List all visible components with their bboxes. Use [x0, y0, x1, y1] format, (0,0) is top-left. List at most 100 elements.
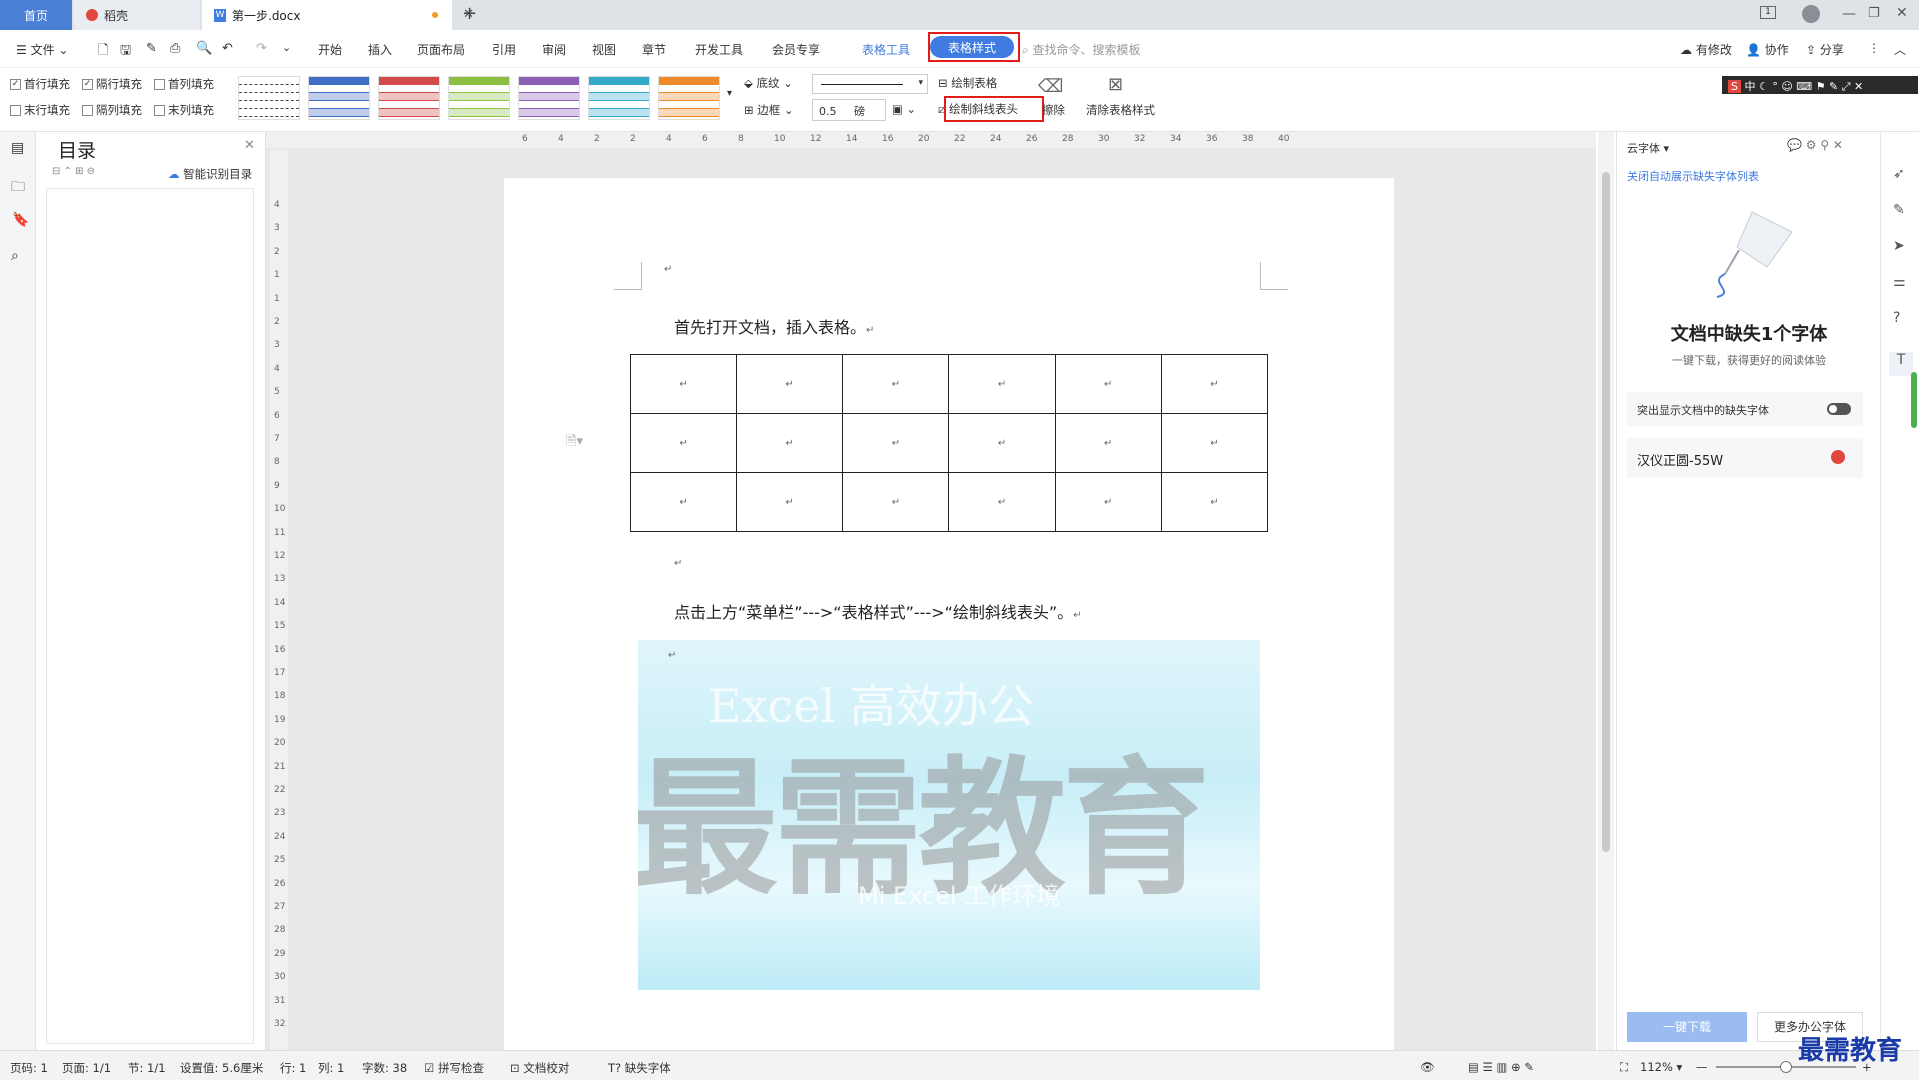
menu-chapter[interactable]: 章节 — [642, 41, 666, 58]
collapse-ribbon-icon[interactable]: ︿ — [1894, 41, 1906, 58]
font-row[interactable]: 汉仪正圆-55W — [1627, 438, 1863, 478]
vertical-ruler[interactable]: 4 3 2 1 1 2 3 4 5 6 7 8 9 10 11 12 13 14 15 16 17 18 19 20 21 22 2… — [270, 150, 288, 1050]
table-cell[interactable]: ↵ — [842, 413, 950, 473]
table-cell[interactable]: ↵ — [1160, 413, 1269, 473]
clear-style-icon[interactable]: ⊠ — [1108, 74, 1123, 95]
menu-member[interactable]: 会员专享 — [772, 41, 820, 58]
line-style-select[interactable]: ▾ — [812, 74, 928, 94]
new-doc-icon[interactable]: 🗋 — [98, 41, 108, 63]
style-gallery-more-icon[interactable]: ▾ — [727, 88, 732, 99]
sliders-icon[interactable]: ⚌ — [1893, 274, 1906, 290]
border-button[interactable]: ⊞ 边框 ⌄ — [744, 102, 794, 118]
collab-button[interactable]: 👤 协作 — [1746, 41, 1789, 58]
border-color-icon[interactable]: ▣ ⌄ — [892, 102, 916, 116]
download-all-button[interactable]: 一键下载 — [1627, 1012, 1747, 1042]
quick-access-chevron-icon[interactable]: ⌄ — [282, 41, 291, 54]
search-command[interactable]: ⌕ 查找命令、搜索模板 — [1022, 41, 1141, 58]
zoom-out-icon[interactable]: — — [1696, 1060, 1708, 1074]
table-style-thumb[interactable] — [308, 76, 370, 120]
rocket-icon[interactable]: ➶ — [1893, 166, 1905, 182]
table-cell[interactable]: ↵ — [736, 413, 844, 473]
table-cell[interactable]: ↵ — [948, 413, 1056, 473]
menu-page-layout[interactable]: 页面布局 — [417, 41, 465, 58]
table-style-thumb[interactable] — [658, 76, 720, 120]
erase-button[interactable]: 擦除 — [1042, 102, 1065, 118]
table-cell[interactable]: ↵ — [1054, 354, 1162, 414]
toc-panel-icon[interactable]: ▤ — [11, 140, 24, 156]
ime-toolbar[interactable]: S 中 ☾ ° ☺ ⌨ ⚑ ✎ ⤢ ✕ — [1722, 76, 1918, 94]
menu-insert[interactable]: 插入 — [368, 41, 392, 58]
restore-icon[interactable]: ❐ — [1868, 6, 1880, 21]
table-cell[interactable]: ↵ — [736, 472, 844, 532]
tab-docer[interactable]: 稻壳 — [74, 0, 200, 30]
print-icon[interactable]: ⎙ — [170, 41, 180, 56]
table-style-thumb[interactable] — [588, 76, 650, 120]
panel-icons[interactable]: 💬 ⚙ ⚲ ✕ — [1787, 138, 1843, 152]
table-cell[interactable]: ↵ — [1160, 354, 1269, 414]
check-banded-cols[interactable]: 隔列填充 — [82, 102, 142, 118]
minimize-icon[interactable]: — — [1842, 6, 1856, 22]
check-last-col[interactable]: 末列填充 — [154, 102, 214, 118]
window-count-icon[interactable]: 1 — [1760, 6, 1776, 19]
menu-view[interactable]: 视图 — [592, 41, 616, 58]
document-page[interactable]: ↵ 首先打开文档，插入表格。↵ ↵ 点击上方“菜单栏”--->“表格样式”---… — [504, 178, 1394, 1058]
check-banded-rows[interactable]: ✓ 隔行填充 — [82, 76, 142, 92]
table-style-thumb[interactable] — [518, 76, 580, 120]
view-mode-icons[interactable]: ▤ ☰ ▥ ⊕ ✎ — [1468, 1060, 1534, 1074]
eye-icon[interactable]: 👁 — [1420, 1060, 1435, 1074]
table-cell[interactable]: ↵ — [1054, 413, 1162, 473]
clear-table-style-button[interactable]: 清除表格样式 — [1086, 102, 1155, 118]
proofread-button[interactable]: ⊡ 文档校对 — [510, 1060, 569, 1076]
menu-start[interactable]: 开始 — [318, 41, 342, 58]
table-cell[interactable]: ↵ — [842, 354, 950, 414]
table-cell[interactable]: ↵ — [629, 354, 738, 414]
close-window-icon[interactable]: ✕ — [1896, 5, 1908, 21]
paragraph-handle-icon[interactable]: 🗎▾ — [566, 432, 583, 454]
download-font-icon[interactable] — [1831, 450, 1845, 464]
font-panel-icon[interactable]: T — [1889, 352, 1913, 376]
pointer-icon[interactable]: ➤ — [1893, 238, 1905, 254]
share-button[interactable]: ⇪ 分享 — [1806, 41, 1844, 58]
tab-document[interactable]: W 第一步.docx ✕ — [202, 0, 474, 30]
menu-developer[interactable]: 开发工具 — [695, 41, 743, 58]
smart-toc-button[interactable]: ☁ 智能识别目录 — [168, 166, 252, 182]
toc-list[interactable] — [46, 188, 254, 1044]
table-cell[interactable]: ↵ — [948, 354, 1056, 414]
draw-table-button[interactable]: ⊟ 绘制表格 — [938, 75, 997, 91]
document-table[interactable]: ↵ ↵ ↵ ↵ ↵ ↵ ↵ ↵ ↵ ↵ ↵ ↵ ↵ ↵ ↵ ↵ ↵ ↵ — [629, 354, 1269, 532]
format-painter-icon[interactable]: ✎ — [146, 41, 157, 56]
close-icon[interactable]: ✕ — [244, 138, 255, 153]
modified-button[interactable]: ☁ 有修改 — [1680, 41, 1732, 58]
line-width-select[interactable]: 0.5 磅 — [812, 99, 886, 121]
search-icon[interactable]: ⌕ — [11, 248, 19, 264]
table-cell[interactable]: ↵ — [629, 413, 738, 473]
menu-review[interactable]: 审阅 — [542, 41, 566, 58]
avatar[interactable] — [1802, 5, 1820, 23]
table-cell[interactable]: ↵ — [842, 472, 950, 532]
scrollbar-thumb[interactable] — [1602, 172, 1610, 852]
zoom-level[interactable]: 112% ▾ — [1640, 1060, 1682, 1074]
table-style-thumb[interactable] — [448, 76, 510, 120]
eraser-icon[interactable]: ⌫ — [1038, 76, 1063, 97]
menu-references[interactable]: 引用 — [492, 41, 516, 58]
redo-icon[interactable]: ↷ — [256, 41, 267, 56]
table-style-thumb[interactable] — [238, 76, 300, 120]
bookmark-icon[interactable]: 🔖 — [12, 212, 29, 228]
folder-icon[interactable]: 🗀 — [11, 176, 25, 200]
more-menu-icon[interactable]: ⋮ — [1868, 41, 1880, 55]
save-icon[interactable]: 🖫 — [120, 41, 131, 63]
table-cell[interactable]: ↵ — [1160, 472, 1269, 532]
status-words[interactable]: 字数: 38 — [362, 1060, 407, 1076]
check-first-col[interactable]: 首列填充 — [154, 76, 214, 92]
check-last-row[interactable]: 末行填充 — [10, 102, 70, 118]
spell-check-button[interactable]: ☑ 拼写检查 — [424, 1060, 484, 1076]
zoom-slider-knob[interactable] — [1780, 1061, 1792, 1073]
table-cell[interactable]: ↵ — [629, 472, 738, 532]
undo-icon[interactable]: ↶ — [222, 41, 233, 56]
menu-file[interactable]: ☰ 文件 ⌄ — [16, 41, 68, 58]
table-cell[interactable]: ↵ — [1054, 472, 1162, 532]
table-style-thumb[interactable] — [378, 76, 440, 120]
zoom-fit-icon[interactable]: ⛶ — [1620, 1060, 1628, 1075]
highlight-toggle[interactable] — [1827, 403, 1851, 415]
vertical-scrollbar[interactable] — [1598, 132, 1614, 1050]
